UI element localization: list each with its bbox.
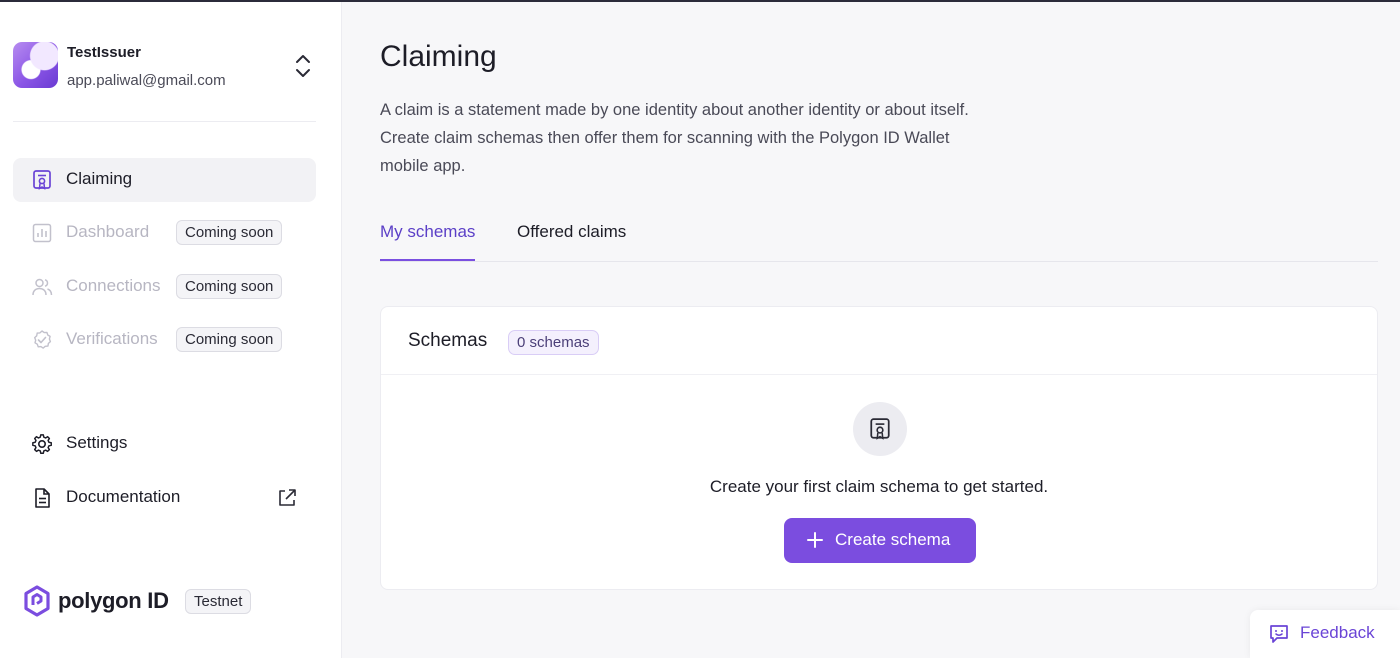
network-badge: Testnet xyxy=(185,589,252,614)
tab-bar: My schemas Offered claims xyxy=(380,214,1378,262)
schemas-card-title: Schemas xyxy=(408,330,488,351)
account-email: app.paliwal@gmail.com xyxy=(67,72,226,89)
feedback-label: Feedback xyxy=(1300,623,1375,642)
create-schema-label: Create schema xyxy=(835,530,951,549)
external-link-icon xyxy=(279,489,296,506)
page-description: A claim is a statement made by one ident… xyxy=(380,96,1060,180)
empty-state-icon-container xyxy=(853,402,907,456)
sidebar-item-label: Settings xyxy=(66,433,128,452)
sidebar: TestIssuer app.paliwal@gmail.com Claimin… xyxy=(0,2,342,658)
gear-icon xyxy=(32,434,52,454)
bar-chart-icon xyxy=(32,223,52,243)
sidebar-item-label: Documentation xyxy=(66,487,181,506)
description-line: Create claim schemas then offer them for… xyxy=(380,129,950,147)
sidebar-item-dashboard: Dashboard Coming soon xyxy=(13,211,316,255)
feedback-button[interactable]: Feedback xyxy=(1250,610,1400,658)
schemas-count-badge: 0 schemas xyxy=(508,330,599,355)
schemas-card-header: Schemas 0 schemas xyxy=(381,307,1377,375)
certificate-icon xyxy=(870,418,890,440)
sidebar-item-label: Verifications xyxy=(66,329,158,348)
sidebar-item-label: Connections xyxy=(66,276,161,295)
chevron-up-down-icon[interactable] xyxy=(291,52,315,80)
coming-soon-badge: Coming soon xyxy=(176,327,283,352)
sidebar-item-documentation[interactable]: Documentation xyxy=(13,476,316,520)
page-title: Claiming xyxy=(380,40,497,73)
schemas-card: Schemas 0 schemas Create your first clai… xyxy=(380,306,1378,590)
coming-soon-badge: Coming soon xyxy=(176,274,283,299)
tab-my-schemas[interactable]: My schemas xyxy=(380,222,476,261)
sidebar-item-claiming[interactable]: Claiming xyxy=(13,158,316,202)
coming-soon-badge: Coming soon xyxy=(176,220,283,245)
create-schema-button[interactable]: Create schema xyxy=(784,518,976,563)
sidebar-item-settings[interactable]: Settings xyxy=(13,422,316,466)
empty-state-message: Create your first claim schema to get st… xyxy=(709,477,1049,496)
tab-offered-claims[interactable]: Offered claims xyxy=(517,222,626,261)
sidebar-divider xyxy=(13,121,316,122)
sidebar-item-label: Claiming xyxy=(66,169,133,188)
brand-footer: polygon ID Testnet xyxy=(22,585,322,619)
users-icon xyxy=(32,278,53,296)
chat-smile-icon xyxy=(1270,625,1288,643)
account-switcher[interactable]: TestIssuer app.paliwal@gmail.com xyxy=(13,42,317,94)
description-line: A claim is a statement made by one ident… xyxy=(380,101,969,119)
check-circle-icon xyxy=(34,330,52,349)
plus-icon xyxy=(807,532,823,548)
sidebar-item-label: Dashboard xyxy=(66,222,150,241)
document-icon xyxy=(35,488,50,508)
polygon-id-logo-icon xyxy=(24,585,50,617)
sidebar-item-verifications: Verifications Coming soon xyxy=(13,318,316,362)
brand-name: polygon ID xyxy=(58,588,169,613)
certificate-icon xyxy=(33,170,51,190)
sidebar-item-connections: Connections Coming soon xyxy=(13,265,316,309)
account-name: TestIssuer xyxy=(67,44,141,61)
description-line: mobile app. xyxy=(380,157,466,175)
account-avatar xyxy=(13,42,58,88)
